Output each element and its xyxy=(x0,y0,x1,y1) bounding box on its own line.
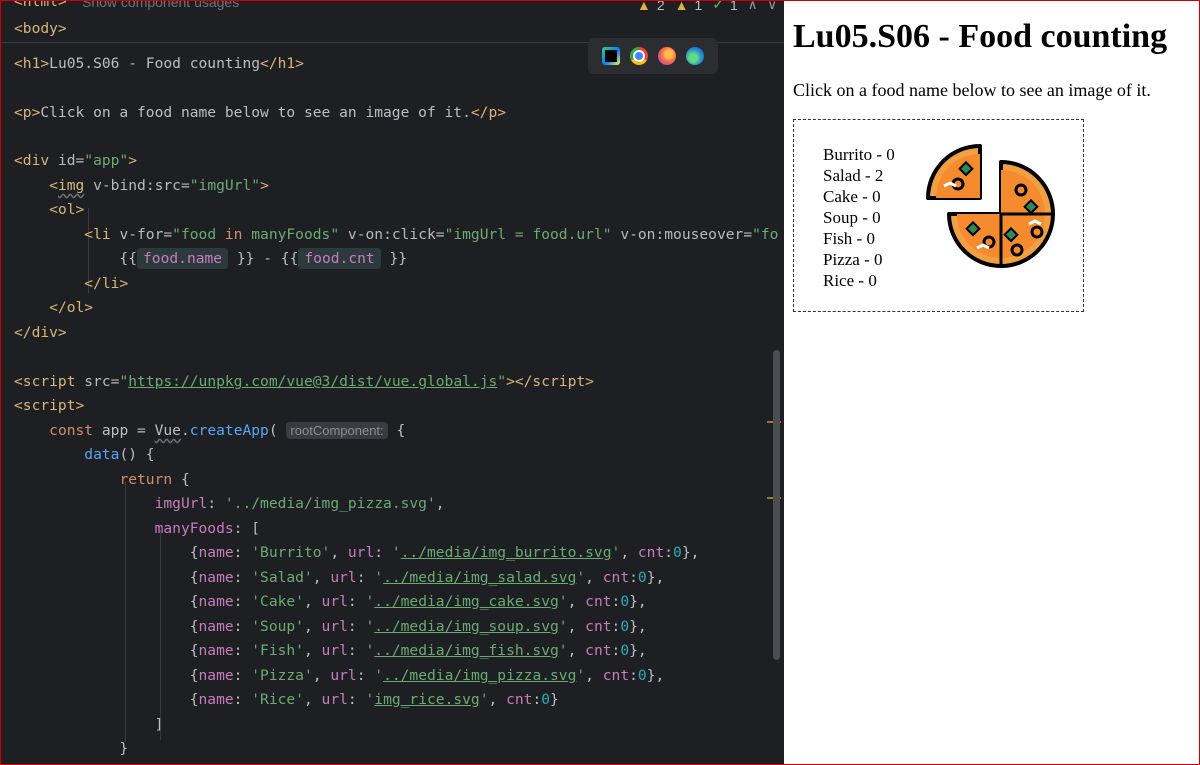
vertical-scrollbar[interactable] xyxy=(773,350,780,660)
chrome-icon[interactable] xyxy=(630,47,648,65)
editor-breadcrumb-bar: <html> Show component usages <body> ▲ 2 … xyxy=(0,0,784,43)
app-container: Burrito - 0 Salad - 2 Cake - 0 Soup - 0 … xyxy=(793,119,1084,312)
food-item-cake[interactable]: Cake - 0 xyxy=(823,186,895,207)
food-item-salad[interactable]: Salad - 2 xyxy=(823,165,895,186)
code-line: <div id="app"> xyxy=(14,152,138,169)
food-list: Burrito - 0 Salad - 2 Cake - 0 Soup - 0 … xyxy=(823,144,895,291)
ok-count: 1 xyxy=(730,0,738,13)
code-line: manyFoods: [ xyxy=(154,520,261,537)
inspection-widget[interactable]: ▲ 2 ▲ 1 ✓ 1 ∧ ∨ xyxy=(637,0,777,13)
food-item-fish[interactable]: Fish - 0 xyxy=(823,228,895,249)
page-title: Lu05.S06 - Food counting xyxy=(793,18,1168,55)
code-line: {name: 'Soup', url: '../media/img_soup.s… xyxy=(14,618,647,635)
code-line: imgUrl: '../media/img_pizza.svg', xyxy=(154,495,445,512)
code-line: <script> xyxy=(14,397,85,414)
browser-preview-popup xyxy=(588,38,718,74)
check-icon: ✓ xyxy=(712,0,725,12)
food-item-rice[interactable]: Rice - 0 xyxy=(823,270,895,291)
webstorm-icon[interactable] xyxy=(602,47,620,65)
browser-preview: Lu05.S06 - Food counting Click on a food… xyxy=(784,0,1200,765)
breadcrumb-body-tag[interactable]: <body> xyxy=(14,20,67,37)
warning-icon: ▲ xyxy=(637,0,651,13)
edge-icon[interactable] xyxy=(686,47,704,65)
code-line: {name: 'Cake', url: '../media/img_cake.s… xyxy=(14,593,647,610)
code-line: const app = Vue.createApp( rootComponent… xyxy=(49,422,406,439)
code-editor[interactable]: <html> Show component usages <body> ▲ 2 … xyxy=(0,0,784,765)
code-line: <ol> xyxy=(49,201,85,218)
weak-warning-count: 1 xyxy=(694,0,703,13)
code-line: {name: 'Salad', url: '../media/img_salad… xyxy=(14,569,665,586)
code-line: return { xyxy=(119,471,190,488)
code-line: </li> xyxy=(84,275,129,292)
code-line: {name: 'Pizza', url: '../media/img_pizza… xyxy=(14,667,665,684)
code-line: </ol> xyxy=(49,299,94,316)
code-line: <h1>Lu05.S06 - Food counting</h1> xyxy=(14,55,304,72)
code-line: <img v-bind:src="imgUrl"> xyxy=(49,177,269,194)
code-line: </div> xyxy=(14,324,67,341)
code-line: <p>Click on a food name below to see an … xyxy=(14,104,507,121)
code-line: {name: 'Fish', url: '../media/img_fish.s… xyxy=(14,642,647,659)
code-line: {{food.name }} - {{food.cnt }} xyxy=(14,248,408,269)
warning-count: 2 xyxy=(656,0,665,13)
chevron-down-icon[interactable]: ∨ xyxy=(767,0,777,13)
weak-warning-icon: ▲ xyxy=(674,0,689,13)
code-line: {name: 'Burrito', url: '../media/img_bur… xyxy=(14,544,700,561)
breadcrumb-html-tag[interactable]: <html> xyxy=(14,0,67,10)
code-line: <script src="https://unpkg.com/vue@3/dis… xyxy=(14,373,594,390)
firefox-icon[interactable] xyxy=(658,47,676,65)
food-item-soup[interactable]: Soup - 0 xyxy=(823,207,895,228)
food-item-burrito[interactable]: Burrito - 0 xyxy=(823,144,895,165)
pizza-icon xyxy=(926,144,1055,268)
code-line: ] xyxy=(14,716,164,733)
chevron-up-icon[interactable]: ∧ xyxy=(748,0,758,13)
code-line: data() { xyxy=(84,446,155,463)
food-item-pizza[interactable]: Pizza - 0 xyxy=(823,249,895,270)
show-component-usages-link[interactable]: Show component usages xyxy=(82,0,239,10)
code-line: <li v-for="food in manyFoods" v-on:click… xyxy=(84,226,779,243)
intro-text: Click on a food name below to see an ima… xyxy=(793,80,1151,100)
code-line: } xyxy=(14,740,129,757)
code-line: {name: 'Rice', url: 'img_rice.svg', cnt:… xyxy=(14,691,559,708)
